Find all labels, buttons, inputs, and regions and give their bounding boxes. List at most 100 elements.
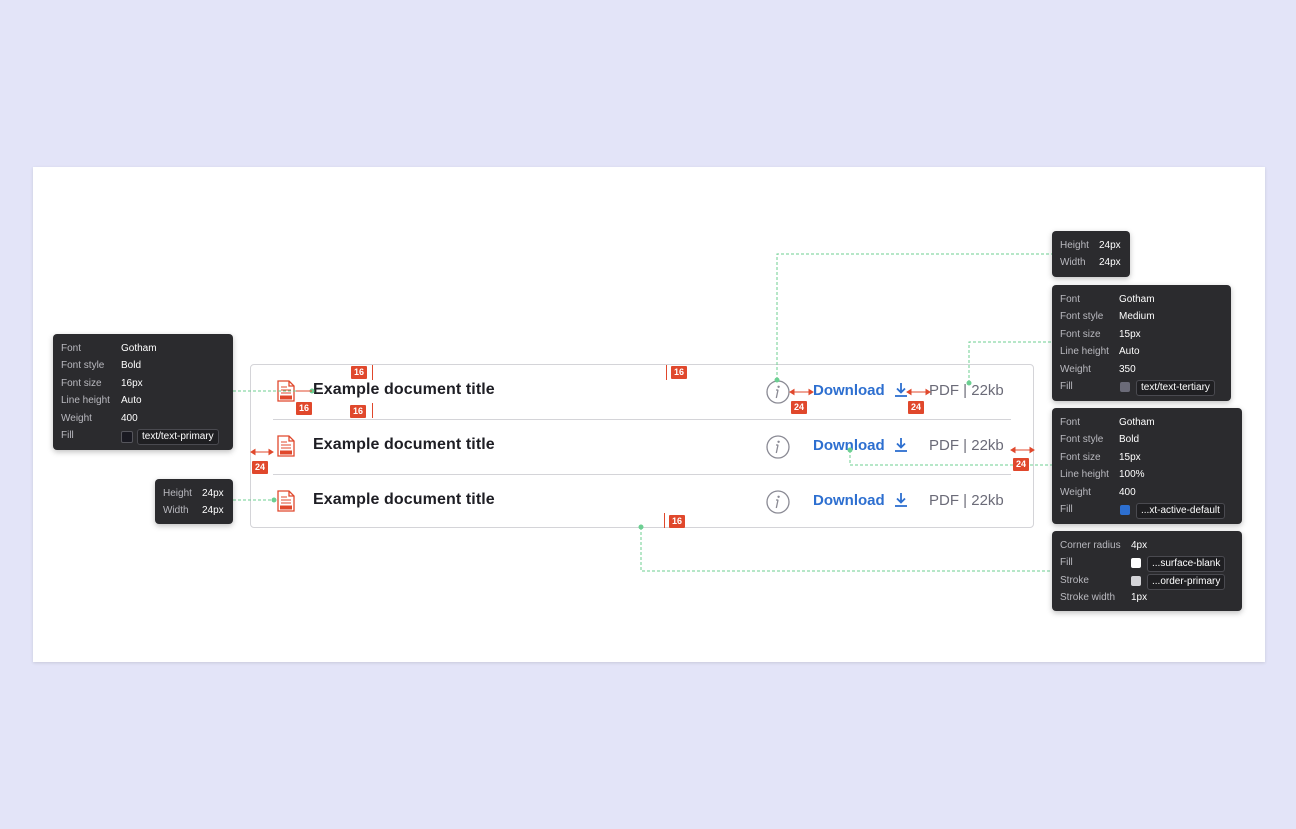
- spec-value: 24px: [1099, 240, 1121, 251]
- spacing-tag: 24: [908, 401, 925, 414]
- info-icon[interactable]: [766, 380, 790, 404]
- spec-key: Height: [1060, 240, 1089, 251]
- file-meta: PDF | 22kb: [929, 382, 1004, 399]
- spacing-tag: 16: [669, 515, 686, 528]
- color-swatch: [1120, 381, 1130, 392]
- meta-separator: |: [963, 437, 968, 454]
- spec-value: 4px: [1131, 540, 1148, 551]
- spacing-tag: 16: [351, 366, 368, 379]
- document-title: Example document title: [313, 381, 495, 398]
- spec-key: Weight: [1060, 363, 1091, 375]
- spec-value: 15px: [1119, 451, 1141, 463]
- pdf-file-icon: [277, 380, 295, 402]
- spacing-tag: 16: [296, 402, 313, 415]
- spec-key: Corner radius: [1060, 540, 1121, 551]
- spec-key: Font size: [61, 377, 102, 389]
- spec-value: 16px: [121, 377, 143, 389]
- spec-key: Line height: [1060, 346, 1109, 358]
- spec-key: Font size: [1060, 451, 1101, 463]
- spacing-tag: 24: [252, 461, 269, 474]
- spec-key: Fill: [1060, 503, 1073, 515]
- meta-separator: |: [963, 492, 968, 509]
- spacing-tag: 24: [1013, 458, 1030, 471]
- file-format: PDF: [929, 437, 959, 454]
- spec-key: Line height: [61, 395, 110, 407]
- spec-key: Font size: [1060, 328, 1101, 340]
- color-swatch: [1131, 575, 1141, 586]
- color-token-chip: ...xt-active-default: [1136, 502, 1225, 519]
- spec-value: 1px: [1131, 592, 1148, 604]
- file-format: PDF: [929, 492, 959, 509]
- download-link[interactable]: Download: [813, 437, 885, 454]
- spec-key: Width: [1060, 257, 1086, 269]
- container-spec-panel: Corner radius 4px Fill ...surface-blank St…: [1052, 531, 1242, 611]
- spec-key: Weight: [1060, 486, 1091, 498]
- spacing-marker: [664, 513, 665, 528]
- spec-value: Bold: [121, 360, 142, 372]
- download-icon[interactable]: [893, 491, 909, 509]
- spec-value: 100%: [1119, 469, 1145, 481]
- spec-value: 24px: [1099, 257, 1121, 269]
- meta-separator: |: [963, 382, 968, 399]
- meta-font-spec-panel: Font Gotham Font style Medium Font size 15p…: [1052, 285, 1231, 401]
- download-link[interactable]: Download: [813, 382, 885, 399]
- spec-value: 350: [1119, 363, 1136, 375]
- spec-key: Stroke width: [1060, 592, 1116, 604]
- download-icon[interactable]: [893, 381, 909, 399]
- document-title: Example document title: [313, 491, 495, 508]
- spacing-marker: [372, 365, 373, 380]
- spec-value: Gotham: [121, 343, 157, 354]
- download-link[interactable]: Download: [813, 492, 885, 509]
- document-row[interactable]: Example document title Download PDF | 22…: [273, 420, 1011, 475]
- download-icon[interactable]: [893, 436, 909, 454]
- file-size: 22kb: [971, 437, 1004, 454]
- file-format: PDF: [929, 382, 959, 399]
- spec-value: 15px: [1119, 328, 1141, 340]
- spec-key: Weight: [61, 412, 92, 424]
- spec-value: 24px: [202, 505, 224, 517]
- spacing-marker: [666, 365, 667, 380]
- document-row[interactable]: Example document title Download PDF | 22…: [273, 365, 1011, 420]
- spec-value: Gotham: [1119, 294, 1155, 305]
- spec-key: Fill: [1060, 557, 1073, 569]
- spacing-tag: 16: [671, 366, 688, 379]
- spec-value: 400: [1119, 486, 1136, 498]
- spec-value: 400: [121, 412, 138, 424]
- pdf-file-icon: [277, 490, 295, 512]
- spec-key: Font: [61, 343, 82, 354]
- spec-value: Bold: [1119, 434, 1140, 446]
- file-size: 22kb: [971, 382, 1004, 399]
- spec-key: Fill: [1060, 380, 1073, 392]
- spacing-tag: 24: [791, 401, 808, 414]
- spec-key: Font: [1060, 417, 1081, 428]
- spec-value: Auto: [1119, 346, 1140, 358]
- spec-value: Gotham: [1119, 417, 1155, 428]
- color-token-chip: text/text-tertiary: [1136, 379, 1215, 396]
- document-list: Example document title Download PDF | 22…: [250, 364, 1034, 528]
- color-swatch: [1131, 558, 1141, 569]
- spacing-tag: 16: [350, 405, 367, 418]
- file-meta: PDF | 22kb: [929, 492, 1004, 509]
- document-row[interactable]: Example document title Download PDF | 22…: [273, 475, 1011, 529]
- file-meta: PDF | 22kb: [929, 437, 1004, 454]
- spec-key: Fill: [61, 429, 74, 441]
- spec-value: Medium: [1119, 311, 1155, 323]
- document-title: Example document title: [313, 436, 495, 453]
- spec-key: Height: [163, 488, 192, 499]
- color-token-chip: ...surface-blank: [1147, 556, 1226, 573]
- info-icon[interactable]: [766, 435, 790, 459]
- pdf-file-icon: [277, 435, 295, 457]
- file-size: 22kb: [971, 492, 1004, 509]
- color-token-chip: ...order-primary: [1147, 573, 1226, 590]
- spec-value: 24px: [202, 488, 224, 499]
- spacing-marker: [372, 403, 373, 418]
- download-font-spec-panel: Font Gotham Font style Bold Font size 15px …: [1052, 408, 1242, 524]
- color-token-chip: text/text-primary: [137, 428, 219, 445]
- info-icon[interactable]: [766, 490, 790, 514]
- spec-key: Font style: [1060, 311, 1104, 323]
- spec-key: Font style: [1060, 434, 1104, 446]
- info-icon-size-panel: Height 24px Width 24px: [1052, 231, 1130, 277]
- file-icon-size-panel: Height 24px Width 24px: [155, 479, 233, 524]
- spec-key: Font: [1060, 294, 1081, 305]
- title-font-spec-panel: Font Gotham Font style Bold Font size 16px …: [53, 334, 233, 450]
